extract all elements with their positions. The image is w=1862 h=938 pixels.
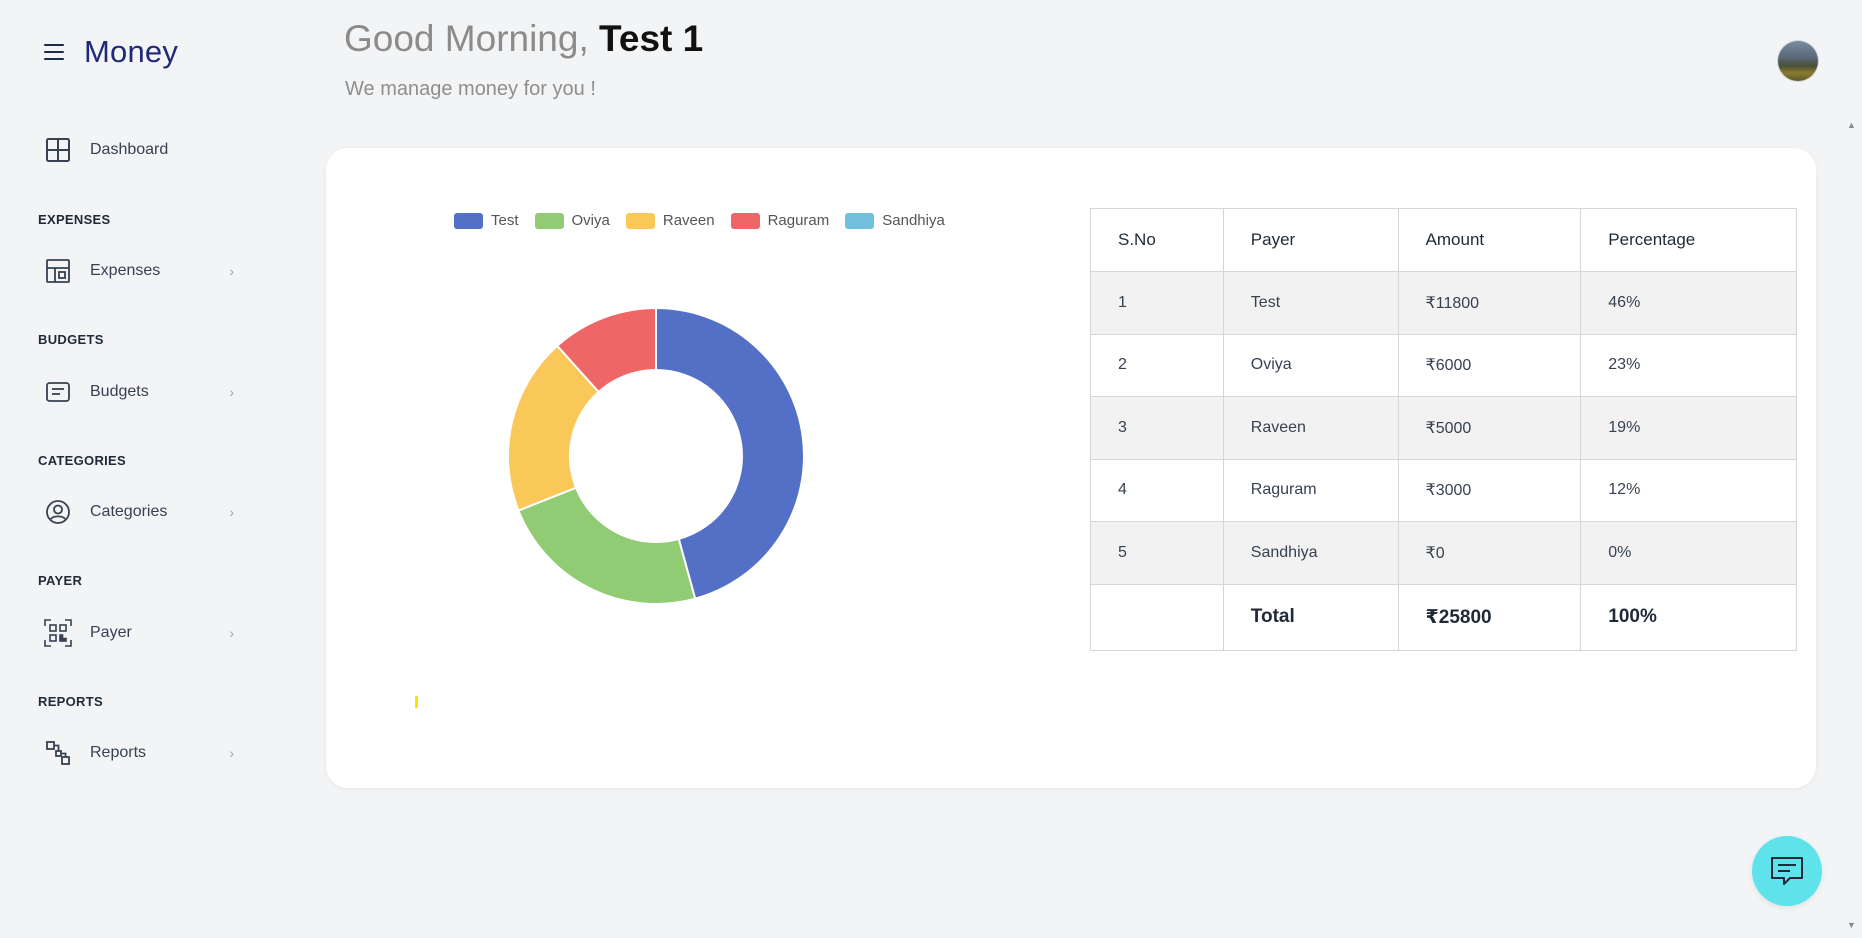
sidebar-item-reports[interactable]: Reports › xyxy=(44,736,234,770)
scrollbar-down-arrow[interactable]: ▼ xyxy=(1847,920,1856,930)
section-title-payer: PAYER xyxy=(38,573,83,588)
app-title: Money xyxy=(84,34,179,69)
payer-donut-chart xyxy=(507,306,805,605)
cell-amount: ₹11800 xyxy=(1397,271,1582,335)
legend-swatch xyxy=(454,212,483,229)
sidebar-item-budgets[interactable]: Budgets › xyxy=(44,375,234,409)
total-percentage: 100% xyxy=(1580,583,1797,651)
legend-item[interactable]: Raguram xyxy=(730,212,830,229)
cell-sno: 3 xyxy=(1090,396,1224,460)
yellow-marker xyxy=(415,696,418,708)
user-circle-icon xyxy=(44,498,72,526)
legend-swatch xyxy=(845,212,875,229)
cell-sno: 4 xyxy=(1090,458,1224,522)
cell-payer: Oviya xyxy=(1222,333,1399,397)
legend-label: Test xyxy=(491,212,519,229)
greeting-prefix: Good Morning, xyxy=(344,18,600,59)
table-total-row: Total ₹25800 100% xyxy=(1090,583,1797,651)
avatar[interactable] xyxy=(1778,41,1818,81)
dashboard-grid-icon xyxy=(44,136,72,164)
cell-sno xyxy=(1090,583,1224,651)
chat-button[interactable] xyxy=(1752,836,1822,906)
payer-table: S.No Payer Amount Percentage 1 Test ₹118… xyxy=(1090,208,1797,651)
greeting: Good Morning, Test 1 xyxy=(344,18,703,60)
cell-percentage: 23% xyxy=(1580,333,1797,397)
sidebar-item-dashboard[interactable]: Dashboard xyxy=(44,133,234,167)
cell-amount: ₹5000 xyxy=(1397,396,1582,460)
page-subtitle: We manage money for you ! xyxy=(345,78,596,100)
cell-payer: Raveen xyxy=(1222,396,1399,460)
legend-label: Raveen xyxy=(662,212,715,229)
qr-code-icon xyxy=(44,619,72,647)
donut-slice-oviya[interactable] xyxy=(517,486,697,605)
legend-swatch xyxy=(730,212,760,229)
table-row: 2 Oviya ₹6000 23% xyxy=(1090,333,1797,397)
legend-label: Oviya xyxy=(571,212,610,229)
cell-sno: 1 xyxy=(1090,271,1224,335)
legend-item[interactable]: Oviya xyxy=(534,212,610,229)
table-row: 3 Raveen ₹5000 19% xyxy=(1090,396,1797,460)
section-title-reports: REPORTS xyxy=(38,694,103,709)
sidebar-item-label: Budgets xyxy=(90,383,149,400)
legend-item[interactable]: Test xyxy=(454,212,519,229)
cell-amount: ₹6000 xyxy=(1397,333,1582,397)
cell-percentage: 12% xyxy=(1580,458,1797,522)
cell-amount: ₹0 xyxy=(1397,521,1582,585)
sidebar-item-categories[interactable]: Categories › xyxy=(44,495,234,529)
section-title-categories: CATEGORIES xyxy=(38,453,126,468)
legend-label: Raguram xyxy=(767,212,830,229)
budgets-doc-icon xyxy=(44,378,72,406)
column-header: Payer xyxy=(1222,208,1399,272)
cell-sno: 2 xyxy=(1090,333,1224,397)
column-header: Percentage xyxy=(1580,208,1797,272)
scrollbar-up-arrow[interactable]: ▲ xyxy=(1847,120,1856,130)
section-title-expenses: EXPENSES xyxy=(38,212,111,227)
legend-swatch xyxy=(625,212,655,229)
total-label: Total xyxy=(1222,583,1399,651)
total-amount: ₹25800 xyxy=(1397,583,1582,651)
legend-swatch xyxy=(534,212,564,229)
user-name: Test 1 xyxy=(599,18,704,59)
sidebar-item-label: Payer xyxy=(90,624,132,641)
column-header: S.No xyxy=(1090,208,1224,272)
table-row: 1 Test ₹11800 46% xyxy=(1090,271,1797,335)
chat-message-icon xyxy=(1771,857,1803,885)
table-header-row: S.No Payer Amount Percentage xyxy=(1090,208,1797,272)
cell-payer: Test xyxy=(1222,271,1399,335)
reports-nodes-icon xyxy=(44,739,72,767)
legend-item[interactable]: Sandhiya xyxy=(845,212,945,229)
sidebar: Money Dashboard EXPENSES Expenses › BUDG… xyxy=(0,0,290,938)
cell-percentage: 46% xyxy=(1580,271,1797,335)
chevron-right-icon: › xyxy=(229,745,234,761)
table-row: 4 Raguram ₹3000 12% xyxy=(1090,458,1797,522)
section-title-budgets: BUDGETS xyxy=(38,332,104,347)
sidebar-item-expenses[interactable]: Expenses › xyxy=(44,254,234,288)
cell-percentage: 19% xyxy=(1580,396,1797,460)
brand: Money xyxy=(44,34,178,70)
hamburger-menu-icon[interactable] xyxy=(44,44,64,60)
legend-label: Sandhiya xyxy=(882,212,945,229)
cell-amount: ₹3000 xyxy=(1397,458,1582,522)
chevron-right-icon: › xyxy=(229,263,234,279)
chevron-right-icon: › xyxy=(229,384,234,400)
cell-payer: Raguram xyxy=(1222,458,1399,522)
cell-sno: 5 xyxy=(1090,521,1224,585)
cell-payer: Sandhiya xyxy=(1222,521,1399,585)
column-header: Amount xyxy=(1397,208,1582,272)
sidebar-item-label: Categories xyxy=(90,503,168,520)
sidebar-item-payer[interactable]: Payer › xyxy=(44,616,234,650)
chart-legend: Test Oviya Raveen Raguram Sandhiya xyxy=(454,212,945,229)
chevron-right-icon: › xyxy=(229,625,234,641)
legend-item[interactable]: Raveen xyxy=(625,212,715,229)
expenses-layout-icon xyxy=(44,257,72,285)
sidebar-item-label: Dashboard xyxy=(90,141,169,158)
cell-percentage: 0% xyxy=(1580,521,1797,585)
summary-card: Test Oviya Raveen Raguram Sandhiya S.No Paye… xyxy=(326,148,1816,788)
table-row: 5 Sandhiya ₹0 0% xyxy=(1090,521,1797,585)
sidebar-item-label: Expenses xyxy=(90,262,161,279)
chevron-right-icon: › xyxy=(229,504,234,520)
sidebar-item-label: Reports xyxy=(90,744,147,761)
